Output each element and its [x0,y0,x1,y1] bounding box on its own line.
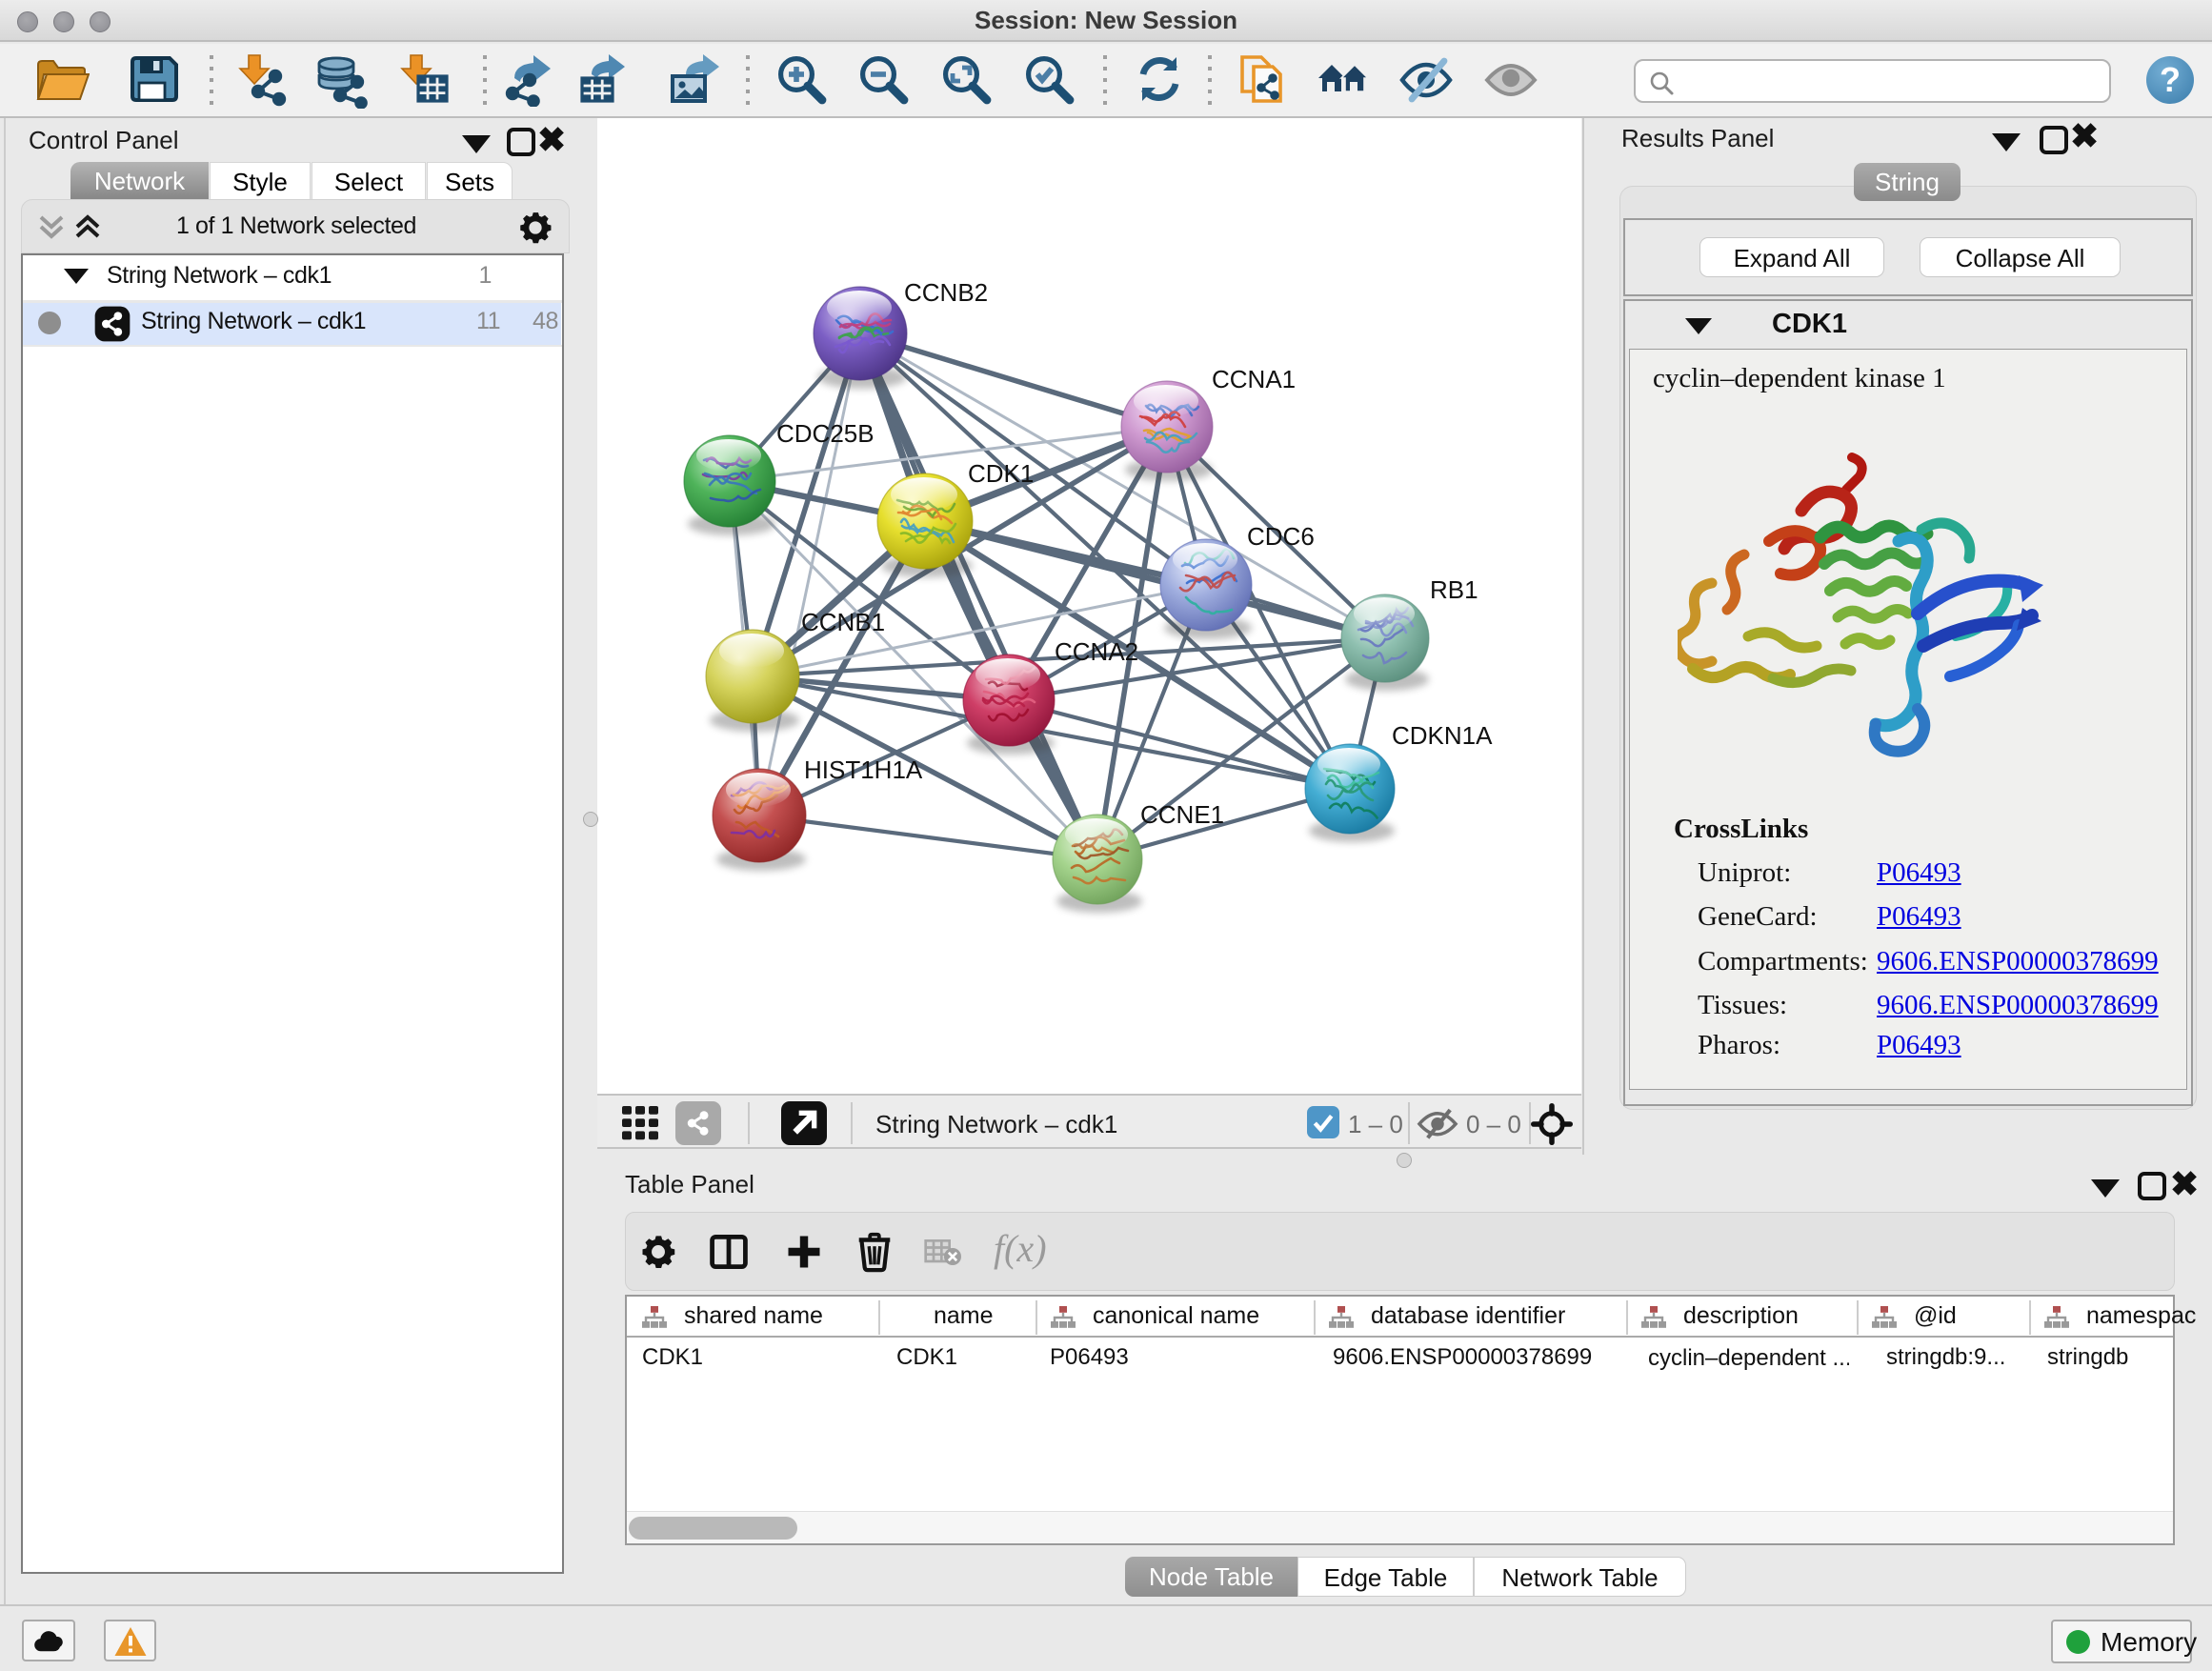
svg-text:CDC25B: CDC25B [776,419,875,448]
svg-text:CCNA1: CCNA1 [1212,365,1296,393]
svg-text:RB1: RB1 [1430,575,1478,604]
svg-text:CCNE1: CCNE1 [1140,800,1224,829]
svg-text:CDK1: CDK1 [968,459,1034,488]
svg-text:CDC6: CDC6 [1247,522,1315,551]
svg-text:CCNA2: CCNA2 [1055,637,1138,666]
svg-text:CCNB1: CCNB1 [801,608,885,636]
svg-text:CCNB2: CCNB2 [904,278,988,307]
svg-text:CDKN1A: CDKN1A [1392,721,1493,750]
svg-text:HIST1H1A: HIST1H1A [804,755,923,784]
